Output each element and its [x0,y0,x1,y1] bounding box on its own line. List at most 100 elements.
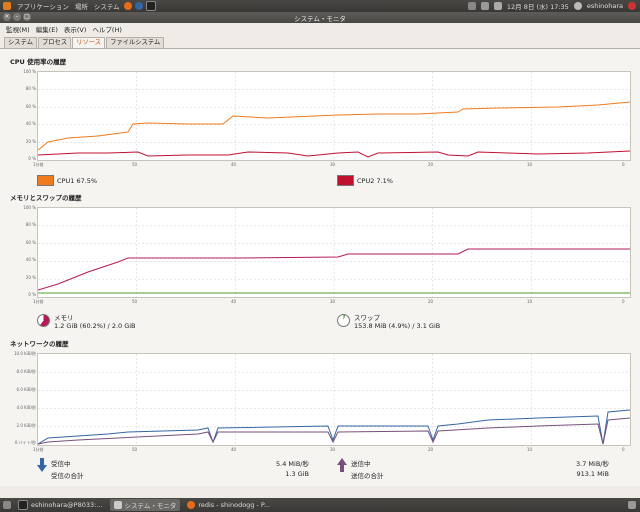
memory-label: メモリ [54,314,74,322]
tab-resources[interactable]: リソース [72,37,106,48]
x-tick: 10 [527,447,533,452]
download-arrow-icon[interactable] [37,458,47,472]
cpu1-color-swatch[interactable] [37,175,54,186]
help-icon[interactable] [134,2,143,10]
y-tick: 0 % [28,292,36,297]
x-tick: 10 [527,162,533,167]
firefox-icon[interactable] [123,2,132,10]
firefox-icon [187,501,196,509]
x-tick: 30 [330,447,336,452]
taskbar-label: redis - shinodogg - P... [198,501,271,509]
memory-section-title: メモリとスワップの履歴 [10,194,82,202]
x-tick: 20 [428,162,434,167]
memory-pie-icon[interactable] [37,314,50,327]
bottom-panel: eshinohara@P8033:... システム・モニタ redis - sh… [0,498,640,512]
x-tick: 0 [622,447,625,452]
taskbar-item-system-monitor[interactable]: システム・モニタ [109,499,181,511]
x-tick: 20 [428,447,434,452]
taskbar-label: システム・モニタ [124,502,177,510]
cpu-section-title: CPU 使用率の履歴 [10,58,67,66]
top-panel: アプリケーション 場所 システム 12月 8日 (水) 17:35 eshino… [0,0,640,12]
y-tick: 8.0 KiB/秒 [16,369,36,374]
y-tick: 100 % [23,205,36,210]
applications-menu[interactable]: アプリケーション [17,1,69,11]
clock[interactable]: 12月 8日 (水) 17:35 [507,1,569,11]
menu-monitor[interactable]: 監視(M) [6,24,30,34]
y-tick: 2.0 KiB/秒 [16,423,36,428]
x-tick: 50 [132,162,138,167]
sending-label: 送信中 [351,460,371,468]
network-icon[interactable] [480,2,489,10]
x-tick: 0 [622,299,625,304]
x-tick: 1分前 [33,299,44,304]
volume-icon[interactable] [493,2,502,10]
cpu1-legend: CPU1 67.5% [37,175,97,186]
x-tick: 20 [428,299,434,304]
memory-graph [37,207,631,298]
menu-view[interactable]: 表示(V) [64,24,87,34]
cpu2-legend: CPU2 7.1% [337,175,393,186]
menu-help[interactable]: ヘルプ(H) [92,24,121,34]
y-tick: 100 % [23,69,36,74]
places-menu[interactable]: 場所 [75,1,88,11]
tab-system[interactable]: システム [4,37,37,48]
sent-total-label: 送信の合計 [351,472,384,480]
swap-pie-icon[interactable] [337,314,350,327]
y-tick: 60 % [25,104,36,109]
sending-rate: 3.7 MiB/秒 [576,460,609,468]
ubuntu-icon[interactable] [3,2,11,10]
resources-panel: CPU 使用率の履歴 100 % 80 % 60 % 40 % 20 % 0 %… [0,48,640,487]
window-titlebar[interactable]: × – □ システム・モニタ [0,12,640,23]
network-graph [37,353,631,446]
user-name[interactable]: eshinohara [587,2,623,10]
x-tick: 1分前 [33,447,44,452]
x-tick: 40 [231,447,237,452]
y-tick: 20 % [25,139,36,144]
cpu-graph [37,71,631,161]
tab-filesystems[interactable]: ファイルシステム [106,37,165,48]
x-tick: 40 [231,299,237,304]
y-tick: 20 % [25,275,36,280]
cpu2-color-swatch[interactable] [337,175,354,186]
y-tick: 10.0 KiB/秒 [13,351,36,356]
swap-label: スワップ [354,314,380,322]
x-tick: 50 [132,299,138,304]
upload-arrow-icon[interactable] [337,458,347,472]
user-icon[interactable] [573,2,582,10]
show-desktop-icon[interactable] [3,501,11,509]
receiving-legend: 受信中 5.4 MiB/秒 受信の合計 1.3 GiB [37,458,309,480]
network-section-title: ネットワークの履歴 [10,340,69,348]
menu-edit[interactable]: 編集(E) [36,24,58,34]
taskbar-label: eshinohara@P8033:... [31,501,103,509]
taskbar-item-firefox[interactable]: redis - shinodogg - P... [183,499,274,511]
cpu2-label: CPU2 [357,176,375,185]
y-tick: 40 % [25,257,36,262]
mail-icon[interactable] [467,2,476,10]
power-icon[interactable] [628,2,636,10]
receiving-label: 受信中 [51,460,71,468]
terminal-icon[interactable] [145,1,156,11]
y-tick: 40 % [25,121,36,126]
x-tick: 50 [132,447,138,452]
window-title: システム・モニタ [294,15,346,23]
y-tick: 0 % [28,156,36,161]
memory-legend: メモリ 1.2 GiB (60.2%) / 2.0 GiB [37,312,136,330]
taskbar-item-terminal[interactable]: eshinohara@P8033:... [14,499,107,511]
status-strip [0,486,640,498]
system-menu[interactable]: システム [94,1,120,11]
received-total: 1.3 GiB [285,470,309,478]
sending-legend: 送信中 3.7 MiB/秒 送信の合計 913.1 MiB [337,458,609,480]
swap-value: 153.8 MiB (4.9%) / 3.1 GiB [354,322,441,330]
menubar: 監視(M) 編集(E) 表示(V) ヘルプ(H) [0,23,640,35]
cpu1-label: CPU1 [57,176,75,185]
y-tick: 4.0 KiB/秒 [16,405,36,410]
cpu1-value: 67.5% [76,176,98,185]
tab-processes[interactable]: プロセス [38,37,72,48]
x-tick: 1分前 [33,162,44,167]
trash-icon[interactable] [628,501,636,509]
y-tick: 6.0 KiB/秒 [16,387,36,392]
y-tick: 80 % [25,222,36,227]
receiving-rate: 5.4 MiB/秒 [276,460,309,468]
memory-value: 1.2 GiB (60.2%) / 2.0 GiB [54,322,136,330]
x-tick: 10 [527,299,533,304]
